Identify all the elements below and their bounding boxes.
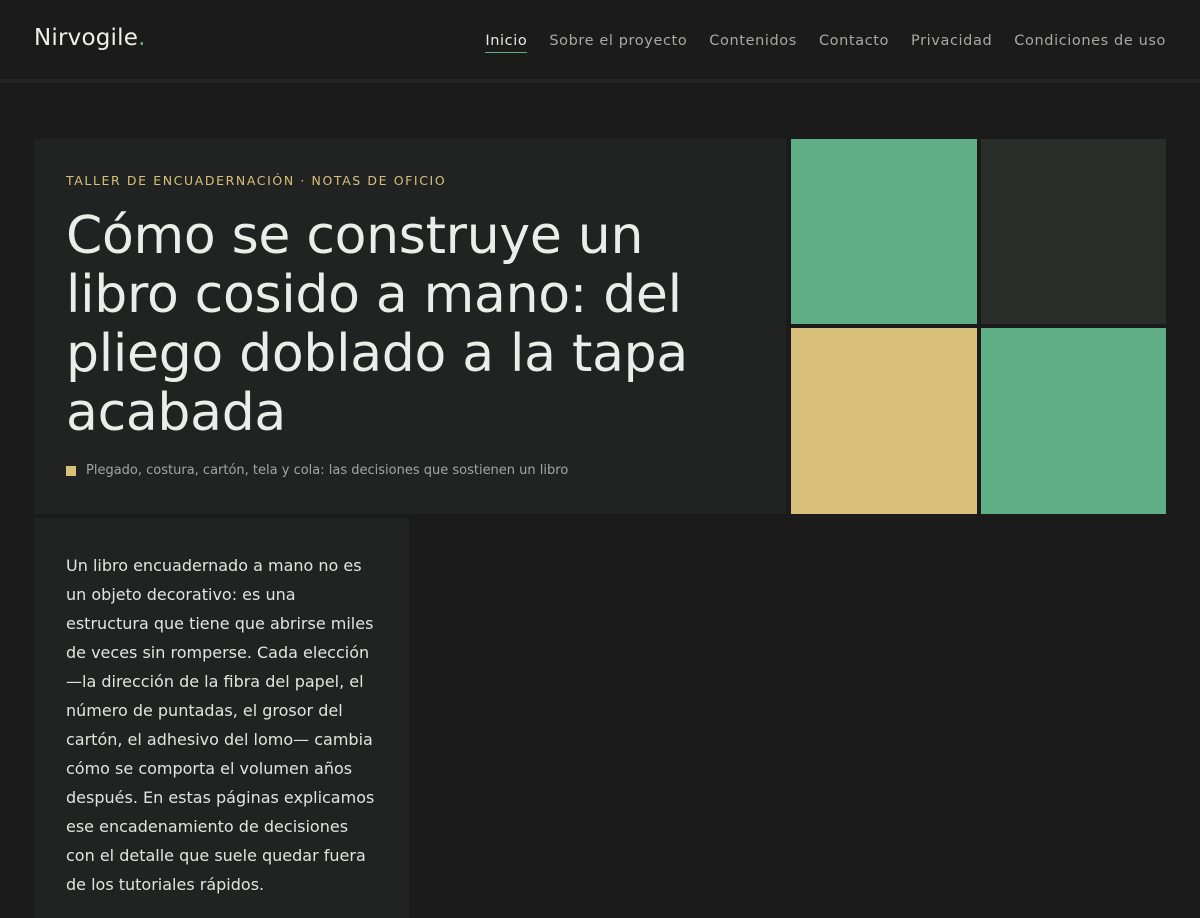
hero-panel: TALLER DE ENCUADERNACIÓN · NOTAS DE OFIC…	[34, 139, 786, 514]
mosaic-tile-green-bottom	[981, 328, 1166, 514]
hero-caption: Plegado, costura, cartón, tela y cola: l…	[66, 463, 568, 478]
caption-square-icon	[66, 465, 76, 476]
nav-item-sobre-el-proyecto[interactable]: Sobre el proyecto	[549, 33, 687, 53]
nav-item-contacto[interactable]: Contacto	[819, 33, 889, 53]
hero-title: Cómo se construye un libro cosido a mano…	[66, 206, 688, 443]
nav-item-contenidos[interactable]: Contenidos	[709, 33, 797, 53]
nav-item-condiciones-de-uso[interactable]: Condiciones de uso	[1014, 33, 1166, 53]
site-header: Nirvogile. Inicio Sobre el proyecto Cont…	[0, 0, 1200, 83]
brand-dot: .	[138, 25, 146, 51]
intro-paragraph: Un libro encuadernado a mano no es un ob…	[66, 556, 375, 894]
nav-item-privacidad[interactable]: Privacidad	[911, 33, 992, 53]
hero-eyebrow: TALLER DE ENCUADERNACIÓN · NOTAS DE OFIC…	[66, 173, 447, 188]
mosaic-tile-green-top	[791, 139, 977, 324]
mosaic-tile-dark	[981, 139, 1166, 324]
site-logo[interactable]: Nirvogile.	[34, 25, 146, 51]
nav-item-inicio[interactable]: Inicio	[485, 33, 528, 53]
hero-caption-text: Plegado, costura, cartón, tela y cola: l…	[86, 463, 569, 478]
main-nav: Inicio Sobre el proyecto Contenidos Cont…	[485, 33, 1166, 53]
intro-panel: Un libro encuadernado a mano no es un ob…	[34, 518, 409, 918]
brand-name: Nirvogile	[34, 25, 139, 51]
mosaic-tile-yellow	[791, 328, 977, 514]
